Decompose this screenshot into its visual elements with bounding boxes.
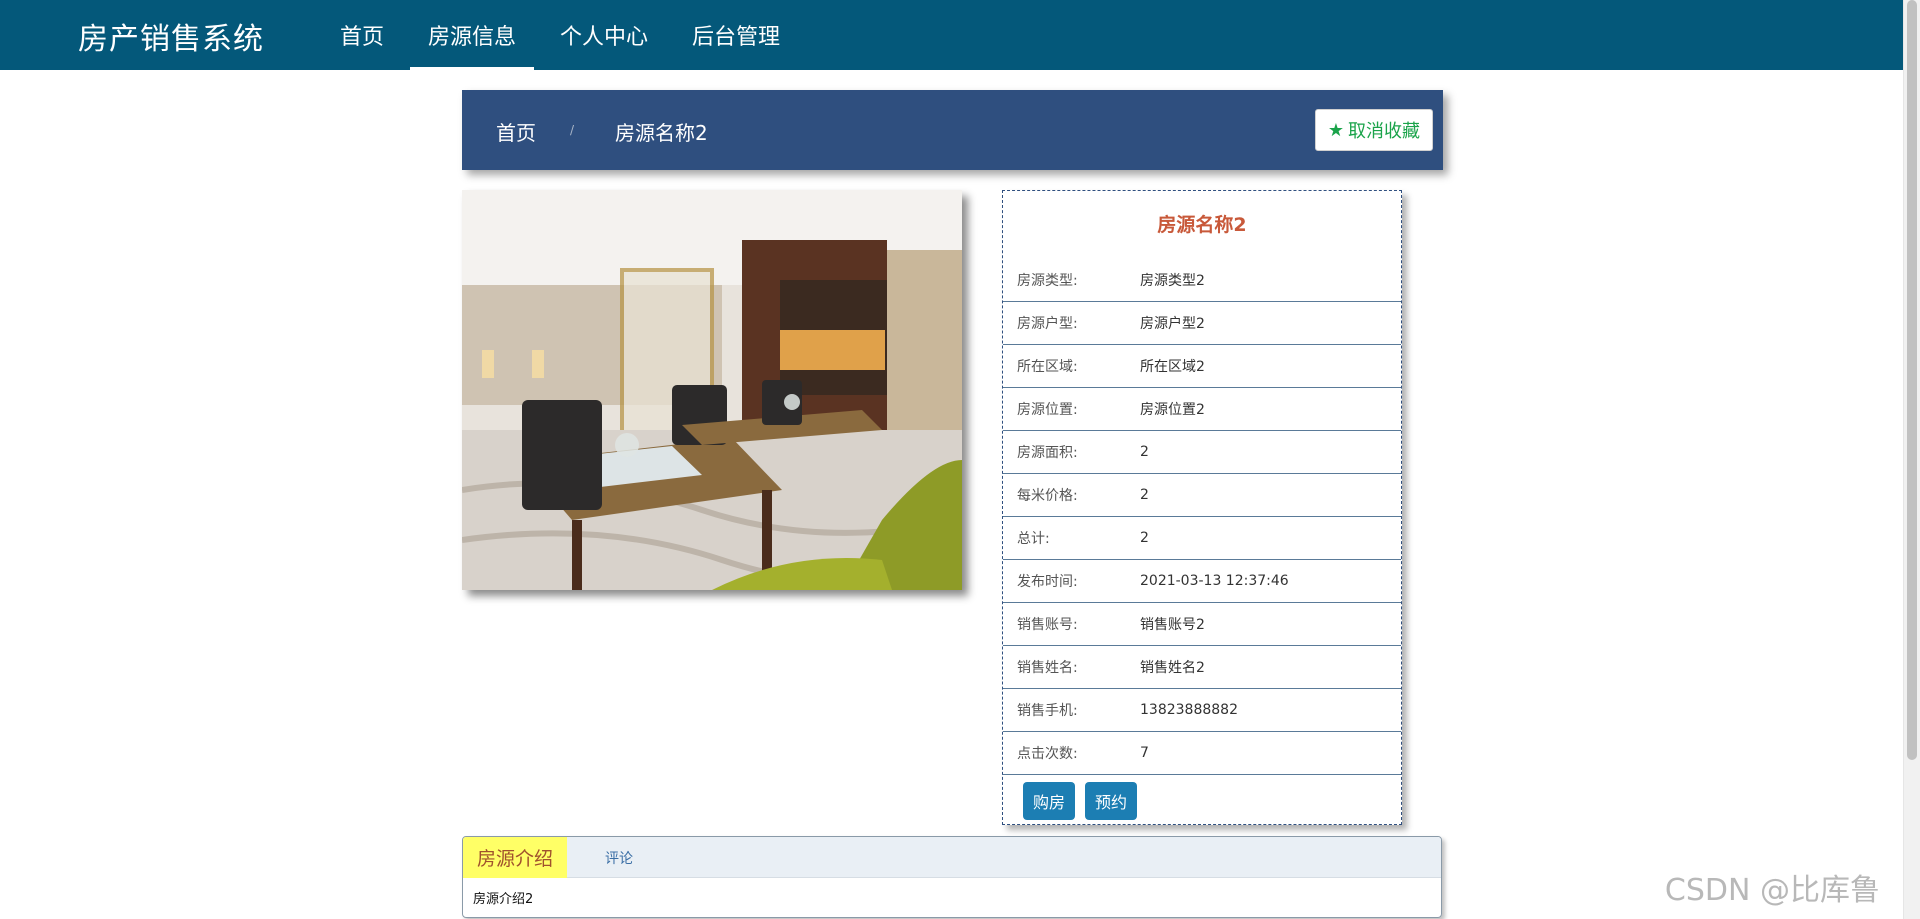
property-photo <box>462 190 962 590</box>
info-label: 总计: <box>1017 531 1050 547</box>
vertical-scrollbar[interactable] <box>1903 0 1920 919</box>
tab-header: 房源介绍 评论 <box>463 837 1441 878</box>
nav-item-listings[interactable]: 房源信息 <box>410 0 535 70</box>
info-row: 房源位置: 房源位置2 <box>1003 388 1401 431</box>
breadcrumb-home-link[interactable]: 首页 <box>496 117 536 146</box>
tab-introduction[interactable]: 房源介绍 <box>463 837 568 878</box>
main-nav: 首页 房源信息 个人中心 后台管理 <box>322 0 806 70</box>
app-title: 房产销售系统 <box>78 22 264 57</box>
info-value: 所在区域2 <box>1140 359 1205 375</box>
top-navbar: 房产销售系统 首页 房源信息 个人中心 后台管理 <box>0 0 1903 70</box>
info-label: 房源类型: <box>1017 273 1078 289</box>
info-label: 发布时间: <box>1017 574 1078 590</box>
info-label: 销售姓名: <box>1017 660 1078 676</box>
info-row: 房源面积: 2 <box>1003 431 1401 474</box>
info-value: 房源户型2 <box>1140 316 1205 332</box>
info-label: 房源户型: <box>1017 316 1078 332</box>
info-label: 所在区域: <box>1017 359 1078 375</box>
info-row: 销售姓名: 销售姓名2 <box>1003 646 1401 689</box>
info-value: 2 <box>1140 530 1149 546</box>
info-value: 2 <box>1140 444 1149 460</box>
info-row: 销售手机: 13823888882 <box>1003 689 1401 732</box>
info-row: 房源类型: 房源类型2 <box>1003 259 1401 302</box>
info-row: 房源户型: 房源户型2 <box>1003 302 1401 345</box>
nav-item-home[interactable]: 首页 <box>322 0 402 70</box>
info-label: 销售账号: <box>1017 617 1078 633</box>
info-value: 销售姓名2 <box>1140 660 1205 676</box>
breadcrumb-separator: / <box>570 123 575 137</box>
buy-button[interactable]: 购房 <box>1023 782 1076 820</box>
info-value: 2 <box>1140 487 1149 503</box>
info-row: 总计: 2 <box>1003 517 1401 560</box>
info-value: 房源类型2 <box>1140 273 1205 289</box>
property-info-panel: 房源名称2 房源类型: 房源类型2 房源户型: 房源户型2 所在区域: 所在区域… <box>1002 190 1402 825</box>
info-value: 13823888882 <box>1140 702 1238 718</box>
info-label: 销售手机: <box>1017 703 1078 719</box>
unfavorite-button[interactable]: ★ 取消收藏 <box>1314 109 1433 151</box>
nav-item-personal-center[interactable]: 个人中心 <box>542 0 666 70</box>
star-icon: ★ <box>1327 119 1344 141</box>
info-value: 2021-03-13 12:37:46 <box>1140 573 1289 589</box>
property-title: 房源名称2 <box>1157 214 1247 236</box>
info-row: 销售账号: 销售账号2 <box>1003 603 1401 646</box>
scrollbar-thumb[interactable] <box>1907 0 1917 760</box>
info-value: 7 <box>1140 745 1149 761</box>
info-label: 房源面积: <box>1017 445 1078 461</box>
nav-item-admin[interactable]: 后台管理 <box>674 0 798 70</box>
info-label: 房源位置: <box>1017 402 1078 418</box>
tab-content: 房源介绍2 <box>473 892 534 907</box>
info-value: 销售账号2 <box>1140 617 1205 633</box>
info-label: 每米价格: <box>1017 488 1078 504</box>
info-label: 点击次数: <box>1017 746 1078 762</box>
tab-comments[interactable]: 评论 <box>567 837 671 878</box>
breadcrumb-current: 房源名称2 <box>615 121 708 145</box>
info-value: 房源位置2 <box>1140 402 1205 418</box>
detail-tabs: 房源介绍 评论 房源介绍2 <box>462 836 1442 918</box>
unfavorite-label: 取消收藏 <box>1348 121 1420 142</box>
info-row: 所在区域: 所在区域2 <box>1003 345 1401 388</box>
watermark: CSDN @比库鲁 <box>1664 873 1880 908</box>
info-row: 每米价格: 2 <box>1003 474 1401 517</box>
info-row: 发布时间: 2021-03-13 12:37:46 <box>1003 560 1401 603</box>
breadcrumb: 首页 / 房源名称2 ★ 取消收藏 <box>462 90 1443 170</box>
action-bar: 购房 预约 <box>1003 775 1401 827</box>
reserve-button[interactable]: 预约 <box>1085 782 1138 820</box>
info-row: 点击次数: 7 <box>1003 732 1401 775</box>
